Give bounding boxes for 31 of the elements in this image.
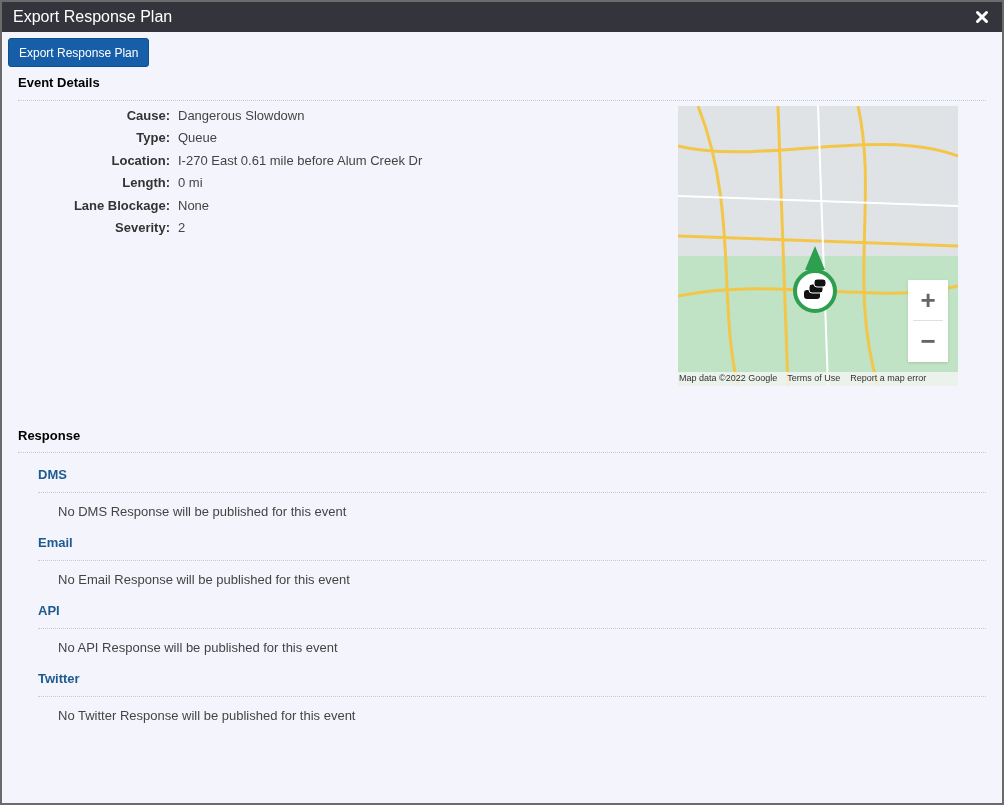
close-button[interactable]	[973, 8, 991, 26]
export-button[interactable]: Export Response Plan	[8, 38, 150, 67]
dialog-title: Export Response Plan	[13, 7, 173, 27]
response-category: DMS	[38, 465, 986, 493]
field-label: Type:	[135, 129, 170, 147]
response-message: No API Response will be published for this event	[57, 638, 339, 657]
response-message: No Email Response will be published for this event	[57, 570, 351, 589]
field-value: Dangerous Slowdown	[178, 106, 306, 125]
field-value: Queue	[178, 129, 219, 147]
zoom-in-button[interactable]: +	[908, 279, 948, 320]
response-category: Email	[38, 533, 986, 561]
response-category: API	[38, 601, 986, 629]
field-value: I-270 East 0.61 mile before Alum Creek Dr	[178, 151, 423, 170]
field-value: None	[178, 196, 211, 215]
field-value: 2	[178, 219, 187, 237]
section-heading: Response	[18, 425, 986, 453]
response-message: No Twitter Response will be published for this event	[57, 706, 357, 725]
zoom-out-button[interactable]: −	[908, 320, 948, 361]
map-link[interactable]: Terms of Use	[787, 372, 841, 386]
map-attribution: Map data ©2022 Google	[679, 372, 778, 385]
field-label: Length:	[121, 174, 170, 192]
field-label: Severity:	[114, 219, 170, 237]
section-heading: Event Details	[18, 73, 986, 101]
field-label: Cause:	[125, 106, 170, 125]
field-label: Location:	[110, 151, 170, 170]
map-link[interactable]: Report a map error	[850, 372, 927, 386]
field-label: Lane Blockage:	[72, 196, 170, 215]
response-message: No DMS Response will be published for this event	[57, 502, 348, 521]
field-value: 0 mi	[178, 174, 204, 192]
response-category: Twitter	[38, 669, 986, 697]
traffic-marker-icon	[792, 245, 838, 314]
